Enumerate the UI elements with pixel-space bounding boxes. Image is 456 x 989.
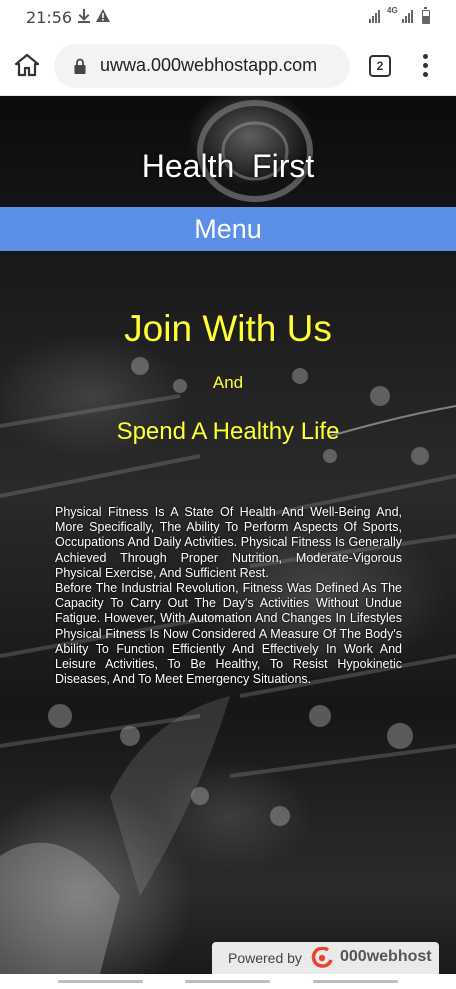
network-type-label: 4G: [387, 6, 398, 15]
status-bar: 21:56 4G: [0, 0, 456, 36]
spend-heading: Spend A Healthy Life: [116, 418, 340, 445]
nav-home[interactable]: [185, 980, 270, 983]
join-heading: Join With Us: [124, 308, 332, 349]
signal-strength-icon-2: [402, 10, 413, 23]
download-arrow-icon: [78, 9, 90, 26]
and-text: And: [212, 373, 244, 392]
000webhost-logo-icon: [310, 946, 334, 969]
brand-name: 000webhost: [340, 948, 432, 965]
paragraph-1: Physical Fitness Is A State Of Health An…: [55, 505, 402, 580]
powered-by-badge[interactable]: Powered by 000webhost: [212, 942, 439, 974]
paragraph-2: Before The Industrial Revolution, Fitnes…: [55, 581, 402, 687]
browser-toolbar: uwwa.000webhostapp.com 2: [0, 36, 456, 96]
system-nav-bar: [0, 974, 456, 989]
warning-triangle-icon: [96, 9, 110, 25]
powered-by-label: Powered by: [228, 950, 302, 966]
nav-back[interactable]: [313, 980, 398, 983]
tab-switcher-button[interactable]: 2: [369, 55, 391, 77]
status-time: 21:56: [26, 8, 73, 27]
signal-strength-icon: [369, 10, 380, 23]
fitness-description: Physical Fitness Is A State Of Health An…: [55, 505, 402, 687]
menu-button[interactable]: Menu: [0, 207, 456, 251]
url-bar[interactable]: uwwa.000webhostapp.com: [54, 44, 350, 88]
lock-icon: [74, 58, 86, 74]
menu-label: Menu: [194, 214, 262, 244]
home-icon[interactable]: [14, 52, 40, 78]
site-title: Health First: [141, 148, 315, 184]
nav-recents[interactable]: [58, 980, 143, 983]
more-vert-icon[interactable]: [418, 54, 432, 80]
page-content: Health First Menu Join With Us And Spend…: [0, 96, 456, 974]
url-text: uwwa.000webhostapp.com: [100, 55, 318, 75]
battery-icon: [422, 7, 430, 24]
